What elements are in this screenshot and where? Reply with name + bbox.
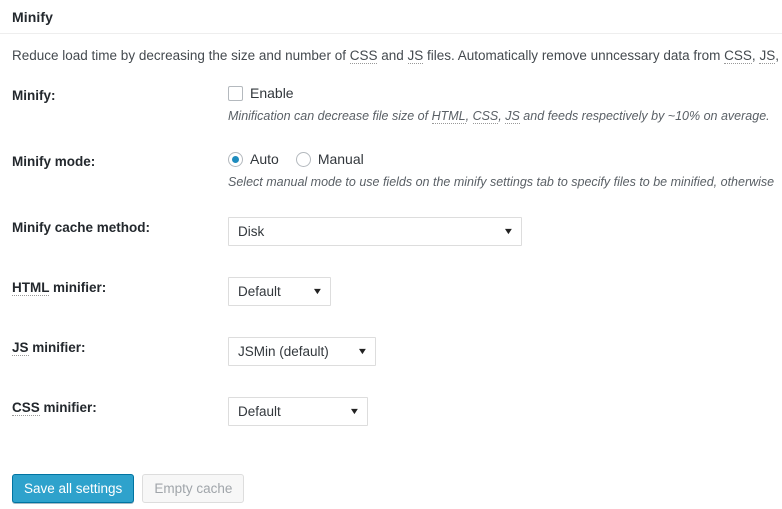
abbr-css-3: CSS xyxy=(472,108,499,124)
form-actions: Save all settings Empty cache xyxy=(12,474,245,503)
chevron-down-icon: ▼ xyxy=(356,346,369,356)
select-value-css-minifier: Default xyxy=(238,404,281,419)
abbr-css: CSS xyxy=(349,48,378,64)
minify-description-text: Minification can decrease file size of H… xyxy=(228,108,770,124)
select-html-minifier[interactable]: Default ▼ xyxy=(228,277,331,306)
radio-label-manual: Manual xyxy=(317,151,364,167)
chevron-down-icon: ▼ xyxy=(311,286,324,296)
abbr-js: JS xyxy=(407,48,424,64)
field-minify-mode: Auto Manual Select manual mode to use fi… xyxy=(220,143,782,201)
field-css-minifier: Default ▼ xyxy=(220,389,782,436)
select-value-html-minifier: Default xyxy=(238,284,281,299)
minify-description: Minification can decrease file size of H… xyxy=(228,108,782,125)
field-minify-cache-method: Disk ▼ xyxy=(220,209,782,256)
radio-option-auto[interactable]: Auto xyxy=(228,151,289,167)
row-minify-cache-method: Minify cache method: Disk ▼ xyxy=(0,209,782,269)
label-minify-mode: Minify mode: xyxy=(12,154,96,169)
abbr-css-label: CSS xyxy=(12,400,40,416)
abbr-js-3: JS xyxy=(505,108,520,124)
panel-description: Reduce load time by decreasing the size … xyxy=(0,34,782,65)
page-title: Minify xyxy=(12,9,54,25)
abbr-html-label: HTML xyxy=(12,280,50,296)
field-js-minifier: JSMin (default) ▼ xyxy=(220,329,782,376)
abbr-css-2: CSS xyxy=(724,48,752,64)
select-value-minify-cache-method: Disk xyxy=(238,224,265,239)
settings-form: Minify: Enable Minification can decrease… xyxy=(0,77,782,449)
row-html-minifier: HTML minifier: Default ▼ xyxy=(0,269,782,329)
panel-description-text: Reduce load time by decreasing the size … xyxy=(12,48,782,64)
radio-icon-manual[interactable] xyxy=(295,151,311,167)
abbr-js-label: JS xyxy=(12,340,29,356)
label-minify: Minify: xyxy=(12,88,56,103)
chevron-down-icon: ▼ xyxy=(502,226,515,236)
chevron-down-icon: ▼ xyxy=(348,406,361,416)
save-all-settings-button[interactable]: Save all settings xyxy=(12,474,135,503)
radio-label-auto: Auto xyxy=(250,151,279,167)
row-css-minifier: CSS minifier: Default ▼ xyxy=(0,389,782,449)
row-minify: Minify: Enable Minification can decrease… xyxy=(0,77,782,143)
abbr-html: HTML xyxy=(431,108,466,124)
checkbox-icon[interactable] xyxy=(228,85,243,101)
field-minify: Enable Minification can decrease file si… xyxy=(220,77,782,135)
minify-enable-label: Enable xyxy=(250,85,294,101)
panel-header: Minify xyxy=(0,0,782,34)
minify-mode-description: Select manual mode to use fields on the … xyxy=(228,174,775,189)
radio-option-manual[interactable]: Manual xyxy=(295,151,364,167)
select-minify-cache-method[interactable]: Disk ▼ xyxy=(228,217,522,246)
select-css-minifier[interactable]: Default ▼ xyxy=(228,397,368,426)
row-js-minifier: JS minifier: JSMin (default) ▼ xyxy=(0,329,782,389)
minify-mode-radio-group: Auto Manual xyxy=(228,151,364,167)
minify-enable-checkbox[interactable]: Enable xyxy=(228,85,294,101)
select-value-js-minifier: JSMin (default) xyxy=(238,344,329,359)
label-minify-cache-method: Minify cache method: xyxy=(12,220,151,235)
select-js-minifier[interactable]: JSMin (default) ▼ xyxy=(228,337,376,366)
field-html-minifier: Default ▼ xyxy=(220,269,782,316)
minify-settings-panel: Minify Reduce load time by decreasing th… xyxy=(0,0,782,509)
label-js-minifier: JS minifier: xyxy=(12,340,86,356)
empty-cache-button[interactable]: Empty cache xyxy=(142,474,245,503)
label-css-minifier: CSS minifier: xyxy=(12,400,97,416)
label-html-minifier: HTML minifier: xyxy=(12,280,107,296)
radio-icon-auto[interactable] xyxy=(228,151,243,167)
abbr-js-2: JS xyxy=(759,48,776,64)
row-minify-mode: Minify mode: Auto Manual Select manual m… xyxy=(0,143,782,209)
